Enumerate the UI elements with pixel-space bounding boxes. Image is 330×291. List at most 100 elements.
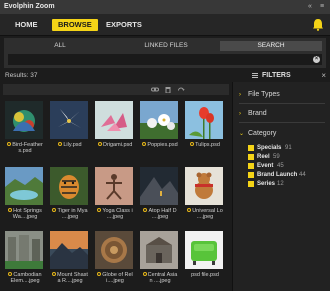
asset-tile[interactable]: Bird-Feather s.psd [3,97,47,159]
asset-name-cont: i....jpeg [106,278,124,284]
checkbox-icon[interactable] [248,145,254,151]
chevron-right-icon: › [239,92,241,98]
asset-status-icon [142,272,147,276]
asset-status-icon [143,208,148,212]
tab-all[interactable]: ALL [8,41,112,51]
checkbox-icon[interactable] [248,154,254,160]
asset-name-cont: ....jpeg [151,214,169,220]
asset-name-cont: ....jpeg [196,214,214,220]
category-name: Reel [257,154,270,160]
asset-thumbnail[interactable] [50,231,88,269]
asset-thumbnail[interactable] [5,101,43,139]
filters-sidebar: › File Types › Brand ⌄ Category Specials 91… [232,82,330,291]
asset-thumbnail[interactable] [50,101,88,139]
chevron-down-icon: ⌄ [239,131,245,137]
asset-thumbnail[interactable] [185,167,223,205]
asset-tile[interactable]: Universal Lo ....jpeg [183,163,227,225]
asset-thumbnail[interactable] [140,167,178,205]
checkbox-icon[interactable] [248,172,254,178]
asset-thumbnail[interactable] [140,101,178,139]
asset-status-icon [142,142,147,146]
facet-category[interactable]: ⌄ Category [239,130,276,137]
clear-search-icon[interactable]: × [313,56,320,63]
asset-tile[interactable]: Atop Half D ....jpeg [138,163,182,225]
filter-list-icon [252,73,258,78]
category-count: 45 [277,163,284,169]
asset-name: Tulips.psd [195,142,220,148]
collapse-icon[interactable]: « [308,2,312,12]
asset-tile[interactable]: Tiger in Mya ....jpeg [48,163,92,225]
trash-icon[interactable] [164,86,172,93]
nav-browse[interactable]: BROWSE [52,19,98,31]
asset-tile[interactable]: Central Asia n ....jpeg [138,227,182,289]
category-count: 44 [299,172,306,178]
nav-home[interactable]: HOME [9,19,44,31]
asset-name-cont: Wa....jpeg [12,214,38,220]
category-name: Brand Launch [257,172,298,178]
title-bar: Evolphin Zoom « ≡ [0,0,330,14]
asset-thumbnail[interactable] [95,101,133,139]
asset-tile[interactable]: Mount Shast a R....jpeg [48,227,92,289]
asset-tile[interactable]: Yoga Class i ....jpeg [93,163,137,225]
checkbox-icon[interactable] [248,163,254,169]
asset-grid: Bird-Feathers.psd Lily.psd Origami.psd [3,97,231,291]
asset-status-icon [187,208,192,212]
asset-name-cont: n ....jpeg [149,278,171,284]
asset-tile[interactable]: Tulips.psd [183,97,227,159]
asset-status-icon [97,208,102,212]
facet-file-types[interactable]: › File Types [239,91,280,98]
asset-name: Lily.psd [63,142,82,148]
asset-tile[interactable]: Lily.psd [48,97,92,159]
refresh-icon[interactable] [177,86,185,93]
asset-thumbnail[interactable] [185,101,223,139]
asset-tile[interactable]: Origami.psd [93,97,137,159]
category-count: 12 [277,181,284,187]
asset-status-icon [52,272,57,276]
asset-name: Poppies.psd [147,142,178,148]
asset-name-cont: a R....jpeg [57,278,83,284]
filters-header[interactable]: FILTERS × [232,70,330,81]
asset-thumbnail[interactable] [5,231,43,269]
asset-tile[interactable]: psd file.psd [183,227,227,289]
asset-thumbnail[interactable] [5,167,43,205]
tab-search[interactable]: SEARCH [220,41,322,51]
facet-label: Brand [248,110,267,117]
panel-menu-icon[interactable]: ≡ [320,2,324,12]
search-panel: ALL LINKED FILES SEARCH × [4,38,326,68]
asset-tile[interactable]: Poppies.psd [138,97,182,159]
asset-status-icon [8,272,13,276]
category-name: Series [257,181,276,187]
asset-tile[interactable]: Hot Springs Wa....jpeg [3,163,47,225]
asset-tile[interactable]: Cambodian Elem....jpeg [3,227,47,289]
divider [239,122,325,123]
close-filters-icon[interactable]: × [321,71,326,80]
chevron-right-icon: › [239,111,241,117]
asset-thumbnail[interactable] [95,231,133,269]
asset-thumbnail[interactable] [95,167,133,205]
category-count: 91 [285,145,292,151]
app-title: Evolphin Zoom [4,3,55,10]
asset-tile[interactable]: Globe of Rel i....jpeg [93,227,137,289]
asset-thumbnail[interactable] [50,167,88,205]
asset-name-cont: ....jpeg [106,214,124,220]
asset-name: psd file.psd [191,272,219,278]
asset-name: Origami.psd [102,142,133,148]
tab-linked-files[interactable]: LINKED FILES [114,41,218,51]
top-nav: HOME BROWSE EXPORTS [0,14,330,36]
link-icon[interactable] [151,86,159,93]
asset-name-cont: Elem....jpeg [10,278,40,284]
category-count: 59 [273,154,280,160]
asset-status-icon [7,142,12,146]
checkbox-icon[interactable] [248,181,254,187]
bell-icon[interactable] [312,18,324,31]
facet-label: File Types [248,91,280,98]
asset-thumbnail[interactable] [140,231,178,269]
asset-status-icon [97,272,102,276]
search-input[interactable] [8,54,322,65]
asset-name-cont: ....jpeg [61,214,79,220]
asset-thumbnail[interactable] [185,231,223,269]
asset-status-icon [58,142,63,146]
asset-name-cont: s.psd [18,148,32,154]
facet-brand[interactable]: › Brand [239,110,267,117]
nav-exports[interactable]: EXPORTS [100,19,148,31]
